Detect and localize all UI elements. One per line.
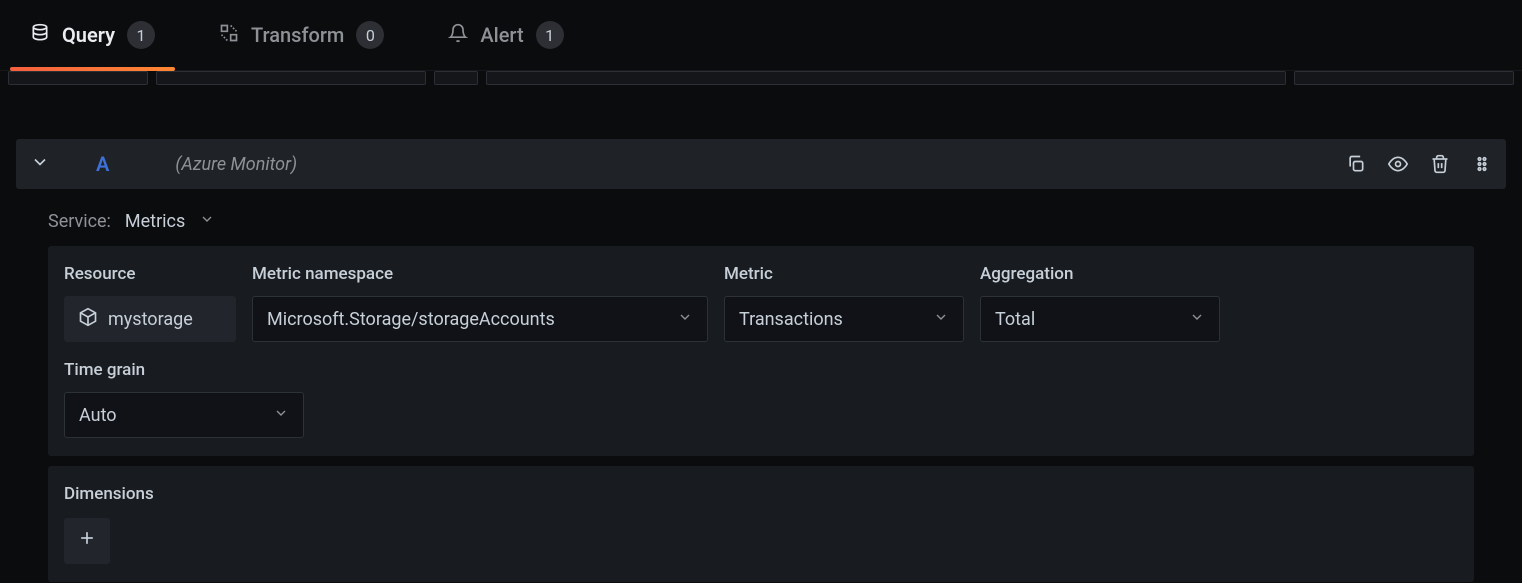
copy-icon[interactable] [1346,154,1366,174]
tab-count-badge: 1 [536,21,564,49]
dimensions-panel: Dimensions [48,466,1474,582]
chevron-down-icon[interactable] [199,211,215,232]
tab-count-badge: 0 [356,21,384,49]
chevron-down-icon [933,309,949,330]
select-value: Microsoft.Storage/storageAccounts [267,309,555,330]
trash-icon[interactable] [1430,154,1450,174]
chevron-down-icon [273,405,289,426]
select-value: Transactions [739,309,843,330]
chevron-down-icon [677,309,693,330]
query-row-header[interactable]: A (Azure Monitor) [16,139,1506,189]
field-label: Metric namespace [252,264,708,284]
dimensions-label: Dimensions [64,484,154,504]
chevron-down-icon [1189,309,1205,330]
aggregation-select[interactable]: Total [980,296,1220,342]
eye-icon[interactable] [1388,154,1408,174]
field-namespace: Metric namespace Microsoft.Storage/stora… [252,264,708,342]
tab-transform[interactable]: Transform 0 [199,0,404,71]
service-label: Service: [48,211,111,232]
select-value: Total [995,309,1035,330]
resource-value: mystorage [108,309,193,330]
field-label: Aggregation [980,264,1220,284]
field-label: Time grain [64,360,304,380]
namespace-select[interactable]: Microsoft.Storage/storageAccounts [252,296,708,342]
drag-handle-icon[interactable] [1472,154,1492,174]
query-letter: A [96,152,109,176]
chevron-down-icon[interactable] [30,152,50,176]
tabs-bar: Query 1 Transform 0 Alert 1 [0,0,1522,71]
form-row-1: Resource mystorage Metric namespace Micr… [64,264,1458,342]
add-dimension-button[interactable] [64,518,110,564]
toolbar-spacer [0,71,1522,89]
form-row-2: Time grain Auto [64,360,1458,438]
plus-icon [77,528,97,554]
tab-label: Query [62,23,115,47]
service-value[interactable]: Metrics [125,211,185,232]
tab-label: Transform [251,23,344,47]
metric-select[interactable]: Transactions [724,296,964,342]
field-timegrain: Time grain Auto [64,360,304,438]
field-resource: Resource mystorage [64,264,236,342]
tab-label: Alert [480,23,523,47]
field-label: Resource [64,264,236,284]
tab-alert[interactable]: Alert 1 [428,0,583,71]
query-actions [1346,154,1492,174]
field-aggregation: Aggregation Total [980,264,1220,342]
tab-count-badge: 1 [127,21,155,49]
tab-query[interactable]: Query 1 [10,0,175,71]
query-datasource: (Azure Monitor) [175,154,1328,175]
service-selector: Service: Metrics [0,189,1522,246]
cube-icon [78,307,98,332]
bell-icon [448,23,468,47]
database-icon [30,23,50,47]
timegrain-select[interactable]: Auto [64,392,304,438]
select-value: Auto [79,405,117,426]
resource-picker-button[interactable]: mystorage [64,296,236,342]
metrics-form-panel: Resource mystorage Metric namespace Micr… [48,246,1474,456]
field-metric: Metric Transactions [724,264,964,342]
field-label: Metric [724,264,964,284]
transform-icon [219,23,239,47]
